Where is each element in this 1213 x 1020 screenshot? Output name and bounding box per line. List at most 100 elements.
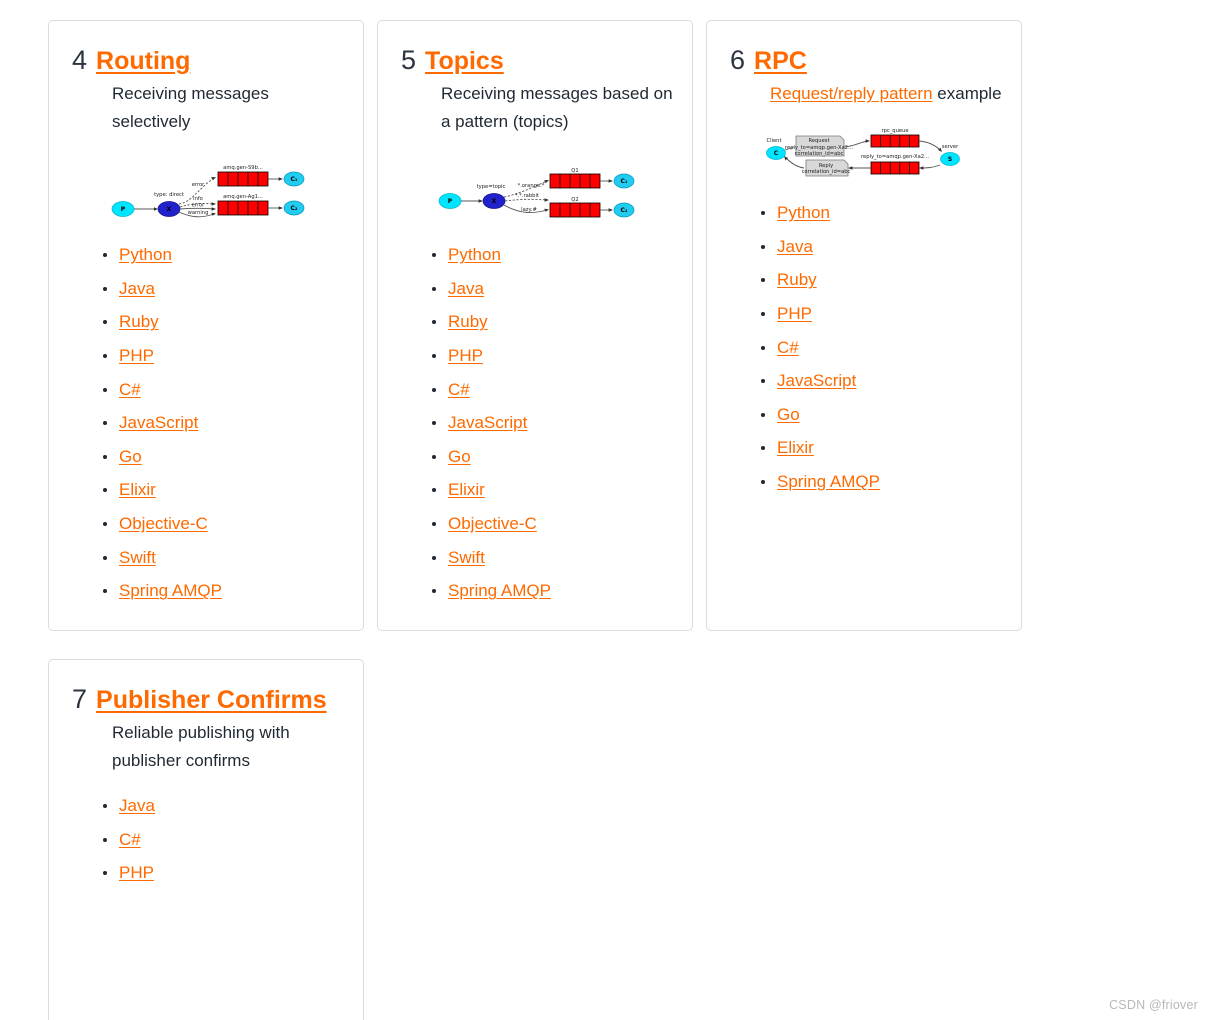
list-item: Python bbox=[67, 238, 345, 272]
svg-text:amq.gen-S9b...: amq.gen-S9b... bbox=[223, 165, 263, 171]
card-title-link[interactable]: Routing bbox=[96, 48, 190, 75]
list-item: Spring AMQP bbox=[725, 465, 1003, 499]
description-line-1: Receiving messages based bbox=[441, 84, 649, 104]
list-item: Python bbox=[396, 238, 674, 272]
diagram-container: P X type=topic *.orange.* *.*.rabbit laz… bbox=[396, 148, 674, 224]
list-item: C# bbox=[67, 823, 345, 857]
list-item: JavaScript bbox=[396, 406, 674, 440]
language-link[interactable]: Ruby bbox=[119, 312, 159, 331]
list-item: PHP bbox=[396, 339, 674, 373]
language-link[interactable]: Java bbox=[448, 279, 484, 298]
language-link[interactable]: Python bbox=[448, 245, 501, 264]
language-link[interactable]: C# bbox=[119, 380, 141, 399]
routing-diagram: P X type: direct error info error warnin… bbox=[111, 165, 305, 218]
language-link[interactable]: Ruby bbox=[448, 312, 488, 331]
tutorial-card-routing[interactable]: 4 Routing Receiving messages selectively… bbox=[48, 20, 364, 631]
language-link[interactable]: Elixir bbox=[119, 480, 156, 499]
list-item: Swift bbox=[67, 541, 345, 575]
svg-text:type=topic: type=topic bbox=[477, 184, 506, 190]
card-title-link[interactable]: RPC bbox=[754, 48, 807, 75]
list-item: Java bbox=[725, 230, 1003, 264]
svg-text:X: X bbox=[492, 198, 497, 205]
card-description: Receiving messages based on a pattern (t… bbox=[441, 80, 674, 136]
svg-text:C₂: C₂ bbox=[620, 207, 627, 214]
svg-text:C₁: C₁ bbox=[620, 178, 627, 185]
language-link[interactable]: JavaScript bbox=[448, 413, 527, 432]
list-item: Go bbox=[67, 440, 345, 474]
language-list: Python Java Ruby PHP C# JavaScript Go El… bbox=[725, 196, 1003, 498]
language-link[interactable]: Java bbox=[119, 796, 155, 815]
language-link[interactable]: PHP bbox=[119, 863, 154, 882]
list-item: Elixir bbox=[725, 431, 1003, 465]
rpc-diagram: Client C Request reply_to=amqp.gen-Xa2..… bbox=[766, 128, 960, 177]
list-item: PHP bbox=[67, 339, 345, 373]
list-item: Elixir bbox=[396, 473, 674, 507]
svg-text:server: server bbox=[942, 144, 959, 150]
tutorial-card-grid: 4 Routing Receiving messages selectively… bbox=[48, 20, 1048, 1020]
topics-diagram: P X type=topic *.orange.* *.*.rabbit laz… bbox=[438, 168, 635, 218]
language-link[interactable]: C# bbox=[448, 380, 470, 399]
language-link[interactable]: Spring AMQP bbox=[777, 472, 880, 491]
card-row-bottom: 7 Publisher Confirms Reliable publishing… bbox=[48, 659, 1048, 1020]
card-title-link[interactable]: Topics bbox=[425, 48, 504, 75]
language-link[interactable]: Python bbox=[119, 245, 172, 264]
list-item: JavaScript bbox=[67, 406, 345, 440]
language-link[interactable]: Java bbox=[777, 237, 813, 256]
svg-text:Request: Request bbox=[808, 138, 829, 144]
list-item: Elixir bbox=[67, 473, 345, 507]
svg-text:error: error bbox=[192, 182, 205, 188]
language-link[interactable]: C# bbox=[777, 338, 799, 357]
card-number: 7 bbox=[72, 684, 88, 714]
language-link[interactable]: PHP bbox=[119, 346, 154, 365]
language-list: Python Java Ruby PHP C# JavaScript Go El… bbox=[67, 238, 345, 608]
language-link[interactable]: Python bbox=[777, 203, 830, 222]
language-link[interactable]: Objective-C bbox=[119, 514, 208, 533]
svg-text:reply_to=amqp.gen-Xa2...: reply_to=amqp.gen-Xa2... bbox=[861, 154, 929, 160]
language-link[interactable]: Objective-C bbox=[448, 514, 537, 533]
tutorial-card-publisher-confirms[interactable]: 7 Publisher Confirms Reliable publishing… bbox=[48, 659, 364, 1020]
language-link[interactable]: C# bbox=[119, 830, 141, 849]
language-link[interactable]: Java bbox=[119, 279, 155, 298]
tutorial-card-rpc[interactable]: 6 RPC Request/reply pattern example Clie… bbox=[706, 20, 1022, 631]
description-link[interactable]: Request/reply pattern bbox=[770, 84, 933, 103]
language-link[interactable]: Swift bbox=[448, 548, 485, 567]
svg-text:correlation_id=abc: correlation_id=abc bbox=[802, 169, 851, 175]
language-link[interactable]: PHP bbox=[777, 304, 812, 323]
language-link[interactable]: Go bbox=[119, 447, 142, 466]
language-link[interactable]: PHP bbox=[448, 346, 483, 365]
list-item: Ruby bbox=[725, 263, 1003, 297]
language-link[interactable]: JavaScript bbox=[777, 371, 856, 390]
list-item: PHP bbox=[725, 297, 1003, 331]
svg-text:correlation_id=abc: correlation_id=abc bbox=[795, 151, 844, 157]
svg-text:*.*.rabbit: *.*.rabbit bbox=[515, 193, 539, 199]
card-header: 5 Topics bbox=[401, 47, 674, 75]
card-title-link[interactable]: Publisher Confirms bbox=[96, 687, 327, 714]
list-item: Java bbox=[396, 272, 674, 306]
list-item: Go bbox=[396, 440, 674, 474]
svg-text:C: C bbox=[774, 150, 779, 157]
language-link[interactable]: Spring AMQP bbox=[448, 581, 551, 600]
language-link[interactable]: JavaScript bbox=[119, 413, 198, 432]
svg-text:C₂: C₂ bbox=[290, 205, 297, 212]
language-link[interactable]: Elixir bbox=[448, 480, 485, 499]
svg-text:*.orange.*: *.orange.* bbox=[518, 183, 545, 189]
card-header: 4 Routing bbox=[72, 45, 345, 75]
language-list: Java C# PHP bbox=[67, 789, 345, 890]
language-link[interactable]: Elixir bbox=[777, 438, 814, 457]
tutorial-card-topics[interactable]: 5 Topics Receiving messages based on a p… bbox=[377, 20, 693, 631]
language-link[interactable]: Ruby bbox=[777, 270, 817, 289]
list-item: Spring AMQP bbox=[67, 574, 345, 608]
language-link[interactable]: Go bbox=[448, 447, 471, 466]
svg-text:S: S bbox=[948, 156, 952, 163]
description-tail: example bbox=[937, 84, 1002, 104]
language-link[interactable]: Spring AMQP bbox=[119, 581, 222, 600]
card-number: 6 bbox=[730, 45, 746, 75]
svg-text:P: P bbox=[448, 198, 453, 205]
language-link[interactable]: Go bbox=[777, 405, 800, 424]
svg-text:P: P bbox=[121, 206, 126, 213]
description-line-1: Reliable publishing with bbox=[112, 723, 290, 743]
card-number: 4 bbox=[72, 45, 88, 75]
list-item: C# bbox=[725, 331, 1003, 365]
language-link[interactable]: Swift bbox=[119, 548, 156, 567]
list-item: Python bbox=[725, 196, 1003, 230]
